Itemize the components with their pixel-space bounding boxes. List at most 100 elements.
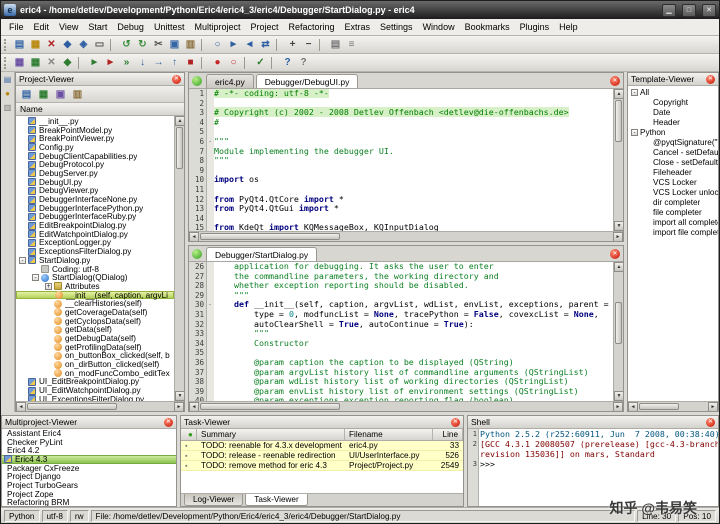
line-number[interactable]: 6 — [189, 137, 206, 147]
tree-expander-icon[interactable] — [19, 135, 26, 142]
fold-marker-icon[interactable] — [206, 147, 214, 157]
scrollbar-thumb[interactable] — [615, 100, 622, 142]
project-tree-item[interactable]: DebugUI.py — [16, 178, 174, 187]
scroll-left-icon[interactable]: ◄ — [189, 232, 199, 242]
scroll-down-icon[interactable]: ▼ — [614, 221, 624, 231]
open-icon[interactable]: ▦ — [28, 37, 43, 52]
line-number[interactable]: 1 — [189, 89, 206, 99]
tree-expander-icon[interactable] — [644, 209, 651, 216]
task-viewer-titlebar[interactable]: Task-Viewer ✕ — [181, 416, 463, 429]
tree-expander-icon[interactable] — [19, 127, 26, 134]
editor-top-vscrollbar[interactable]: ▲ ▼ — [613, 89, 623, 231]
project-tree-item[interactable]: DebugViewer.py — [16, 187, 174, 196]
template-viewer-titlebar[interactable]: Template-Viewer ✕ — [628, 73, 718, 86]
tree-expander-icon[interactable] — [19, 179, 26, 186]
menubar-item[interactable]: Bookmarks — [460, 20, 515, 34]
multiproject-item[interactable]: Eric4 4.3 — [2, 455, 176, 464]
scrollbar-thumb[interactable] — [200, 233, 340, 240]
toolbar-separator[interactable] — [78, 57, 84, 69]
menubar-item[interactable]: Help — [554, 20, 583, 34]
close-project-icon[interactable]: ✕ — [44, 55, 59, 70]
project-tree-item[interactable]: + Attributes — [16, 282, 174, 291]
menubar-item[interactable]: Unittest — [149, 20, 190, 34]
tree-expander-icon[interactable] — [644, 149, 651, 156]
template-tree-item[interactable]: - All — [628, 87, 718, 97]
tree-expander-icon[interactable]: - — [631, 129, 638, 136]
menubar-item[interactable]: File — [4, 20, 29, 34]
tree-expander-icon[interactable] — [45, 326, 52, 333]
tree-expander-icon[interactable] — [644, 219, 651, 226]
project-tree-item[interactable]: __clearHistories(self) — [16, 299, 174, 308]
project-tree-item[interactable]: Config.py — [16, 143, 174, 152]
fold-marker-icon[interactable]: - — [206, 137, 214, 147]
tree-expander-icon[interactable] — [45, 318, 52, 325]
editor-bottom-hscrollbar[interactable]: ◄ ► — [189, 401, 623, 411]
tree-expander-icon[interactable] — [45, 300, 52, 307]
template-tree-item[interactable]: VCS Locker unlock — [628, 187, 718, 197]
template-tree-item[interactable]: Cancel - setDefault — [628, 147, 718, 157]
fold-marker-icon[interactable] — [206, 329, 214, 339]
minimize-button[interactable]: ▁ — [662, 4, 676, 17]
template-tree-item[interactable]: @pyqtSignature("") — [628, 137, 718, 147]
fold-marker-icon[interactable] — [206, 368, 214, 378]
run-script-icon[interactable]: ► — [87, 55, 102, 70]
multiproject-item[interactable]: Refactoring BRM — [2, 499, 176, 507]
task-table[interactable]: TODO: reenable for 4.3.x development eri… — [181, 441, 463, 493]
multiproject-list[interactable]: Assistant Eric4 Checker PyLint Eric4 4.2 — [2, 429, 176, 506]
clear-breakpoints-icon[interactable]: ○ — [226, 55, 241, 70]
tree-expander-icon[interactable] — [19, 161, 26, 168]
tree-expander-icon[interactable] — [19, 239, 26, 246]
template-tree-item[interactable]: Close - setDefault — [628, 157, 718, 167]
fold-marker-icon[interactable] — [206, 156, 214, 166]
fold-marker-icon[interactable] — [206, 377, 214, 387]
scroll-left-icon[interactable]: ◄ — [16, 402, 26, 412]
close-tab-button[interactable]: ✕ — [610, 76, 620, 86]
menubar-item[interactable]: Refactoring — [283, 20, 339, 34]
line-number[interactable]: 13 — [189, 204, 206, 214]
tree-expander-icon[interactable] — [19, 170, 26, 177]
menubar-item[interactable]: Extras — [340, 20, 376, 34]
fold-marker-icon[interactable] — [206, 358, 214, 368]
cut-icon[interactable]: ✂ — [151, 37, 166, 52]
scroll-left-icon[interactable]: ◄ — [189, 402, 199, 412]
save-project-icon[interactable]: ◆ — [60, 55, 75, 70]
fold-marker-icon[interactable] — [206, 320, 214, 330]
fold-marker-icon[interactable] — [206, 118, 214, 128]
menubar-item[interactable]: Settings — [375, 20, 418, 34]
multiproject-item[interactable]: Packager CxFreeze — [2, 464, 176, 473]
line-number[interactable]: 12 — [189, 195, 206, 205]
tree-expander-icon[interactable] — [19, 118, 26, 125]
menubar-item[interactable]: Multiproject — [189, 20, 245, 34]
fold-marker-icon[interactable] — [206, 281, 214, 291]
close-file-icon[interactable]: ✕ — [44, 37, 59, 52]
fold-marker-icon[interactable]: - — [206, 300, 214, 310]
tree-expander-icon[interactable] — [644, 99, 651, 106]
toolbar-handle[interactable] — [4, 39, 8, 51]
line-number[interactable]: 15 — [189, 223, 206, 231]
template-viewer-close-button[interactable]: ✕ — [706, 75, 715, 84]
line-number[interactable]: 38 — [189, 377, 206, 387]
scroll-up-icon[interactable]: ▲ — [175, 116, 185, 126]
fold-marker-icon[interactable] — [206, 108, 214, 118]
code-editor-startdialog[interactable]: 26 application for debugging. It asks th… — [189, 262, 613, 401]
line-number[interactable]: 7 — [189, 147, 206, 157]
template-tree-item[interactable]: Fileheader — [628, 167, 718, 177]
search-next-icon[interactable]: ► — [226, 37, 241, 52]
project-tree-item[interactable]: DebugProtocol.py — [16, 160, 174, 169]
line-number[interactable]: 33 — [189, 329, 206, 339]
tree-expander-icon[interactable] — [19, 387, 26, 394]
project-tree-item[interactable]: BreakPointViewer.py — [16, 134, 174, 143]
project-tree-item[interactable]: UI_EditWatchpointDialog.py — [16, 386, 174, 395]
multiproject-item[interactable]: Project TurboGears — [2, 481, 176, 490]
line-number[interactable]: 11 — [189, 185, 206, 195]
file-browser-icon[interactable]: ▤ — [2, 74, 13, 85]
line-number[interactable]: 36 — [189, 358, 206, 368]
line-number[interactable]: 28 — [189, 281, 206, 291]
scroll-up-icon[interactable]: ▲ — [614, 262, 624, 272]
project-viewer-close-button[interactable]: ✕ — [172, 75, 181, 84]
tree-expander-icon[interactable] — [45, 352, 52, 359]
shell-close-button[interactable]: ✕ — [706, 418, 715, 427]
template-tree-item[interactable]: import file completer — [628, 227, 718, 237]
tree-expander-icon[interactable]: - — [19, 257, 26, 264]
project-tree-item[interactable]: DebugServer.py — [16, 169, 174, 178]
